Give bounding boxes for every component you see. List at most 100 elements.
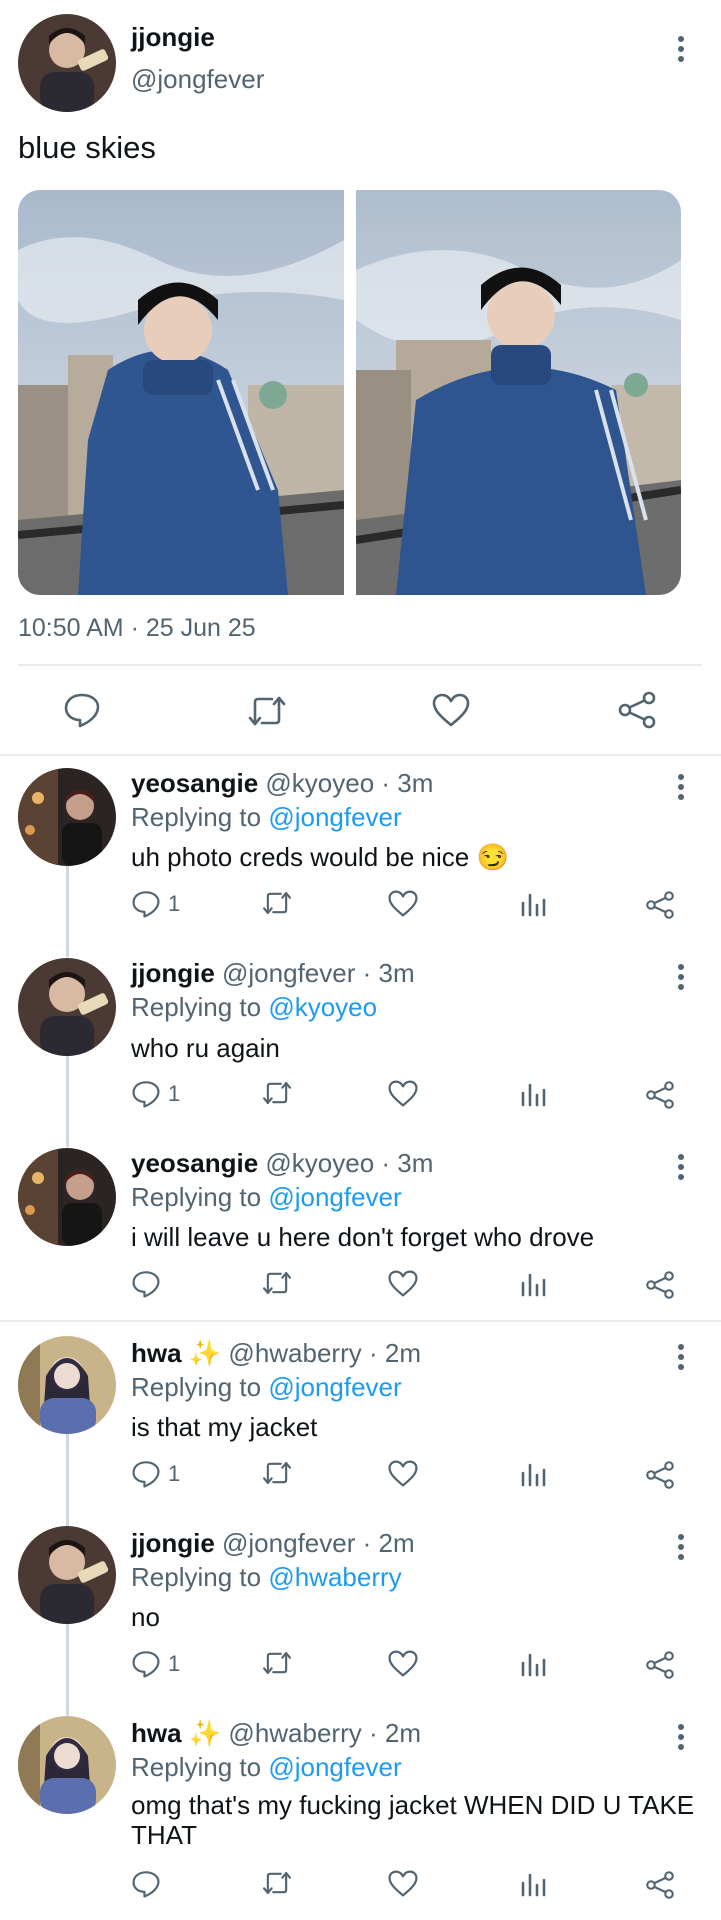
more-icon[interactable] bbox=[677, 964, 685, 994]
reply-header: jjongie @jongfever · 3m bbox=[131, 958, 415, 989]
reply-text: omg that's my fucking jacket WHEN DID U … bbox=[131, 1790, 695, 1850]
share-icon[interactable] bbox=[645, 890, 675, 920]
share-icon[interactable] bbox=[645, 1870, 675, 1900]
tweet-photo-2[interactable] bbox=[356, 190, 681, 595]
reply-avatar[interactable] bbox=[18, 1148, 116, 1246]
tweet-timestamp: 10:50 AM · 25 Jun 25 bbox=[18, 614, 256, 642]
like-icon[interactable] bbox=[388, 1270, 418, 1297]
reply-time: · 2m bbox=[368, 1718, 421, 1748]
reply-header: jjongie @jongfever · 2m bbox=[131, 1528, 415, 1559]
replying-to-line: Replying to @jongfever bbox=[131, 1372, 402, 1403]
thread-line bbox=[66, 865, 69, 957]
retweet-icon[interactable] bbox=[261, 1870, 293, 1896]
replying-to-mention[interactable]: @kyoyeo bbox=[268, 992, 377, 1022]
reply-time: · 3m bbox=[381, 768, 434, 798]
sparkles-emoji: ✨ bbox=[188, 1338, 222, 1368]
reply-display-name[interactable]: jjongie bbox=[131, 958, 215, 988]
reply-avatar[interactable] bbox=[18, 1716, 116, 1814]
reply-icon[interactable] bbox=[131, 1870, 161, 1898]
more-icon[interactable] bbox=[677, 774, 685, 804]
like-icon[interactable] bbox=[388, 1650, 418, 1677]
replying-to-line: Replying to @hwaberry bbox=[131, 1562, 402, 1593]
reply-icon[interactable] bbox=[131, 890, 161, 918]
tweet-photo-1[interactable] bbox=[18, 190, 344, 595]
retweet-icon[interactable] bbox=[261, 1270, 293, 1296]
reply-icon[interactable] bbox=[63, 692, 101, 728]
share-icon[interactable] bbox=[617, 690, 657, 730]
reply-time: · 2m bbox=[362, 1528, 415, 1558]
reply-handle[interactable]: @kyoyeo bbox=[265, 768, 374, 798]
replying-to-label: Replying to bbox=[131, 1182, 262, 1212]
more-icon[interactable] bbox=[677, 36, 685, 66]
like-icon[interactable] bbox=[388, 1460, 418, 1487]
reply-avatar[interactable] bbox=[18, 958, 116, 1056]
reply-avatar[interactable] bbox=[18, 1526, 116, 1624]
replying-to-mention[interactable]: @jongfever bbox=[268, 802, 401, 832]
reply-count: 1 bbox=[168, 1081, 181, 1106]
replying-to-label: Replying to bbox=[131, 1562, 262, 1592]
like-icon[interactable] bbox=[388, 1080, 418, 1107]
retweet-icon[interactable] bbox=[261, 1460, 293, 1486]
like-icon[interactable] bbox=[432, 693, 470, 727]
more-icon[interactable] bbox=[677, 1724, 685, 1754]
author-avatar[interactable] bbox=[18, 14, 116, 112]
views-icon[interactable] bbox=[520, 1871, 546, 1897]
reply-text: i will leave u here don't forget who dro… bbox=[131, 1222, 595, 1252]
reply-icon[interactable] bbox=[131, 1270, 161, 1298]
reply-display-name[interactable]: hwa bbox=[131, 1718, 182, 1748]
reply-handle[interactable]: @jongfever bbox=[222, 1528, 355, 1558]
reply-time: · 2m bbox=[368, 1338, 421, 1368]
reply-text: who ru again bbox=[131, 1033, 280, 1063]
timestamp-divider bbox=[18, 664, 702, 666]
like-icon[interactable] bbox=[388, 890, 418, 917]
replying-to-line: Replying to @jongfever bbox=[131, 802, 402, 833]
reply-time: · 3m bbox=[381, 1148, 434, 1178]
reply-handle[interactable]: @jongfever bbox=[222, 958, 355, 988]
reply-icon[interactable] bbox=[131, 1650, 161, 1678]
reply-count: 1 bbox=[168, 1651, 181, 1676]
replying-to-mention[interactable]: @jongfever bbox=[268, 1752, 401, 1782]
more-icon[interactable] bbox=[677, 1344, 685, 1374]
replying-to-mention[interactable]: @jongfever bbox=[268, 1372, 401, 1402]
share-icon[interactable] bbox=[645, 1460, 675, 1490]
retweet-icon[interactable] bbox=[261, 890, 293, 916]
share-icon[interactable] bbox=[645, 1650, 675, 1680]
reply-display-name[interactable]: hwa bbox=[131, 1338, 182, 1368]
reply-display-name[interactable]: jjongie bbox=[131, 1528, 215, 1558]
reply-icon[interactable] bbox=[131, 1460, 161, 1488]
views-icon[interactable] bbox=[520, 1461, 546, 1487]
reply-display-name[interactable]: yeosangie bbox=[131, 768, 258, 798]
reply-avatar[interactable] bbox=[18, 768, 116, 866]
replying-to-mention[interactable]: @hwaberry bbox=[268, 1562, 401, 1592]
views-icon[interactable] bbox=[520, 1651, 546, 1677]
reply-text: no bbox=[131, 1602, 160, 1632]
reply-handle[interactable]: @kyoyeo bbox=[265, 1148, 374, 1178]
views-icon[interactable] bbox=[520, 1081, 546, 1107]
like-icon[interactable] bbox=[388, 1870, 418, 1897]
author-display-name[interactable]: jjongie bbox=[131, 22, 215, 53]
share-icon[interactable] bbox=[645, 1080, 675, 1110]
reply-display-name[interactable]: yeosangie bbox=[131, 1148, 258, 1178]
replying-to-label: Replying to bbox=[131, 1372, 262, 1402]
reply-avatar[interactable] bbox=[18, 1336, 116, 1434]
sparkles-emoji: ✨ bbox=[188, 1718, 222, 1748]
more-icon[interactable] bbox=[677, 1154, 685, 1184]
retweet-icon[interactable] bbox=[246, 694, 288, 728]
reply-header: hwa ✨ @hwaberry · 2m bbox=[131, 1718, 421, 1749]
more-icon[interactable] bbox=[677, 1534, 685, 1564]
views-icon[interactable] bbox=[520, 1271, 546, 1297]
retweet-icon[interactable] bbox=[261, 1650, 293, 1676]
views-icon[interactable] bbox=[520, 891, 546, 917]
reply-handle[interactable]: @hwaberry bbox=[228, 1338, 361, 1368]
retweet-icon[interactable] bbox=[261, 1080, 293, 1106]
reply-handle[interactable]: @hwaberry bbox=[228, 1718, 361, 1748]
replying-to-line: Replying to @jongfever bbox=[131, 1182, 402, 1213]
thread-line bbox=[66, 1434, 69, 1526]
replying-to-line: Replying to @kyoyeo bbox=[131, 992, 377, 1023]
replying-to-mention[interactable]: @jongfever bbox=[268, 1182, 401, 1212]
reply-icon[interactable] bbox=[131, 1080, 161, 1108]
share-icon[interactable] bbox=[645, 1270, 675, 1300]
author-handle[interactable]: @jongfever bbox=[131, 64, 264, 95]
replying-to-label: Replying to bbox=[131, 992, 262, 1022]
smirk-emoji: 😏 bbox=[476, 842, 509, 872]
